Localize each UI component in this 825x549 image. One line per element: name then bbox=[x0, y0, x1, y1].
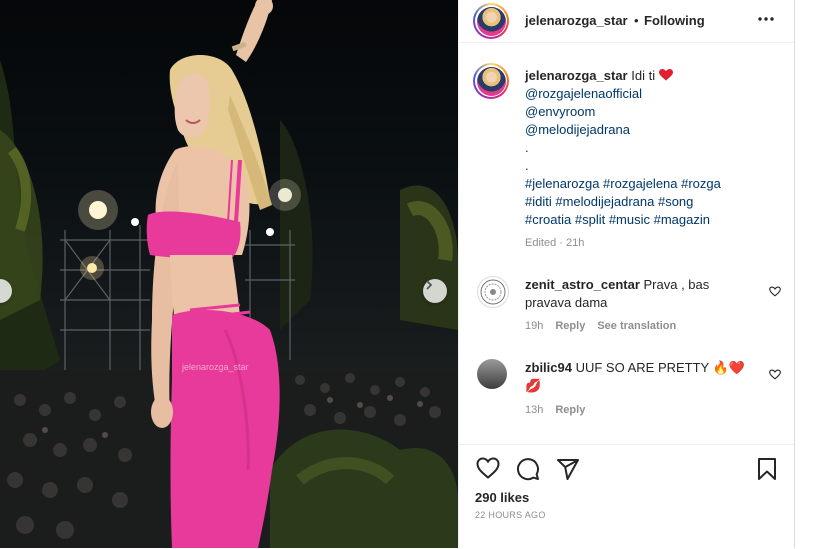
caption-username[interactable]: jelenarozga_star bbox=[525, 68, 628, 83]
post-actions: 290 likes 22 HOURS AGO bbox=[459, 444, 795, 549]
heart-icon[interactable] bbox=[476, 457, 500, 484]
comment-like-heart-icon[interactable] bbox=[769, 367, 781, 385]
post-caption: jelenarozga_star Idi ti @rozgajelenaoffi… bbox=[525, 67, 785, 229]
red-heart-emoji-icon bbox=[658, 68, 673, 83]
post-timestamp: 22 HOURS AGO bbox=[475, 510, 546, 520]
reply-button[interactable]: Reply bbox=[555, 404, 585, 416]
comment-icon[interactable] bbox=[516, 457, 540, 486]
caption-author-avatar[interactable] bbox=[473, 63, 509, 99]
commenter-avatar[interactable] bbox=[477, 359, 507, 389]
commenter-username[interactable]: zbilic94 bbox=[525, 360, 572, 375]
caption-age: 21h bbox=[565, 237, 585, 249]
hashtag-line[interactable]: #jelenarozga #rozgajelena #rozga bbox=[525, 175, 785, 193]
comment-age: 19h bbox=[525, 320, 544, 332]
see-translation-button[interactable]: See translation bbox=[597, 320, 676, 332]
hashtag-line[interactable]: #iditi #melodijejadrana #song bbox=[525, 193, 785, 211]
comment-text-block: zenit_astro_centar Prava , bas pravava d… bbox=[525, 276, 755, 312]
more-options-icon[interactable] bbox=[757, 10, 775, 33]
post-image[interactable]: jelenarozga_star bbox=[0, 0, 458, 548]
likes-count[interactable]: 290 likes bbox=[475, 490, 529, 505]
caption-meta: Edited · 21h bbox=[525, 237, 585, 249]
comment-like-heart-icon[interactable] bbox=[769, 284, 781, 302]
commenter-avatar[interactable] bbox=[477, 276, 509, 308]
separator-dot: • bbox=[634, 13, 639, 28]
author-avatar[interactable] bbox=[473, 3, 509, 39]
comment-age: 13h bbox=[525, 404, 544, 416]
edited-label: Edited bbox=[525, 237, 557, 249]
post-header: jelenarozga_star • Following bbox=[459, 0, 795, 43]
reply-button[interactable]: Reply bbox=[555, 320, 585, 332]
bookmark-icon[interactable] bbox=[757, 457, 777, 486]
post-details-panel: jelenarozga_star • Following jelenarozga… bbox=[458, 0, 795, 548]
mention-link[interactable]: @rozgajelenaofficial bbox=[525, 85, 785, 103]
mention-link[interactable]: @envyroom bbox=[525, 103, 785, 121]
caption-dot: . bbox=[525, 140, 529, 155]
mention-link[interactable]: @melodijejadrana bbox=[525, 121, 785, 139]
caption-dot: . bbox=[525, 158, 529, 173]
page-right-edge bbox=[794, 0, 825, 548]
comment-item: zbilic94 UUF SO ARE PRETTY 🔥❤️💋 13h Reply bbox=[477, 359, 781, 423]
caption-text: Idi ti bbox=[631, 68, 656, 83]
commenter-username[interactable]: zenit_astro_centar bbox=[525, 277, 640, 292]
concert-photo-illustration bbox=[0, 0, 458, 548]
author-username[interactable]: jelenarozga_star bbox=[525, 13, 628, 28]
following-button[interactable]: Following bbox=[644, 13, 705, 28]
hashtag-line[interactable]: #croatia #split #music #magazin bbox=[525, 211, 785, 229]
comment-meta: 13h Reply bbox=[525, 404, 585, 416]
next-image-button[interactable] bbox=[423, 279, 447, 303]
comment-text-block: zbilic94 UUF SO ARE PRETTY 🔥❤️💋 bbox=[525, 359, 755, 395]
image-watermark: jelenarozga_star bbox=[182, 362, 249, 372]
comment-meta: 19h Reply See translation bbox=[525, 320, 676, 332]
send-icon[interactable] bbox=[556, 457, 580, 486]
comment-item: zenit_astro_centar Prava , bas pravava d… bbox=[477, 276, 781, 340]
